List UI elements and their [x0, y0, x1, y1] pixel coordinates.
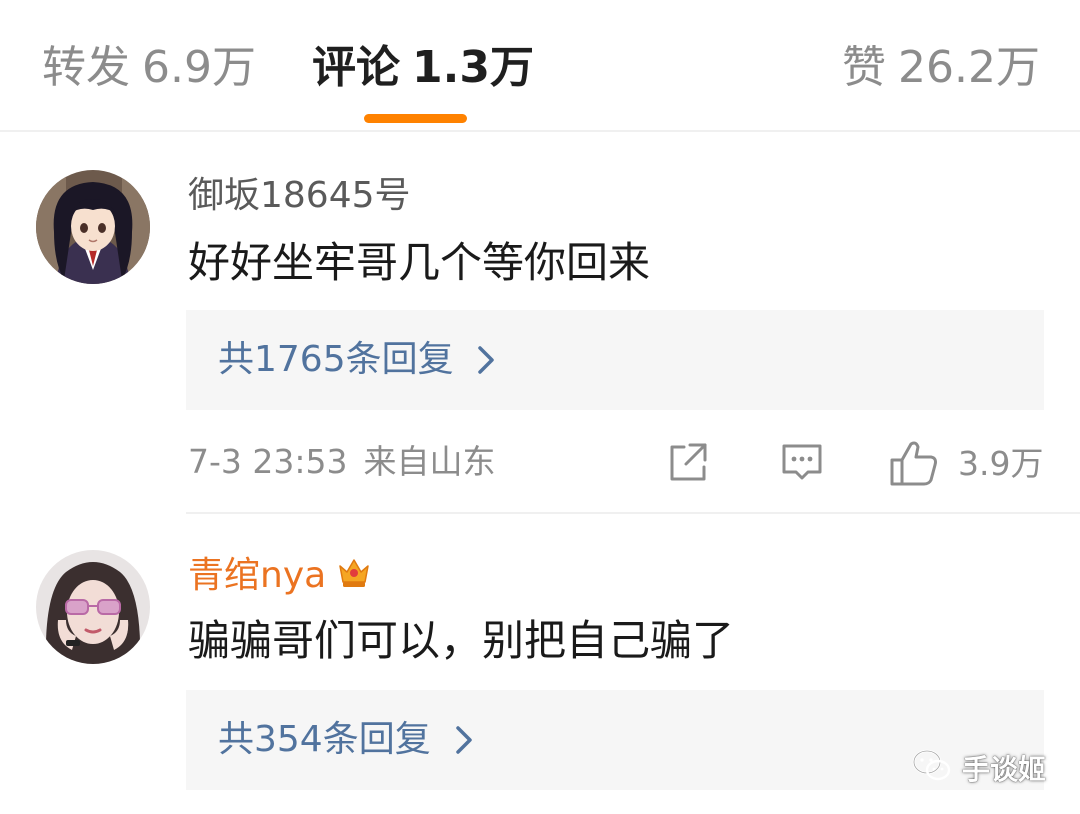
avatar[interactable] [36, 550, 150, 664]
comment-meta: 7-3 23:53 来自山东 [188, 440, 496, 484]
comment-text: 好好坐牢哥几个等你回来 [188, 238, 651, 287]
tab-bar: 转发 6.9万 评论 1.3万 赞 26.2万 [0, 0, 1080, 132]
replies-link[interactable]: 共1765条回复 [186, 310, 1044, 410]
comment-location: 来自山东 [363, 442, 496, 481]
share-icon [664, 438, 712, 486]
comment-text: 骗骗哥们可以，别把自己骗了 [188, 616, 735, 665]
comment-item: 御坂18645号 好好坐牢哥几个等你回来 共1765条回复 7-3 23:53 来… [0, 132, 1080, 512]
replies-count-label: 共354条回复 [218, 719, 431, 760]
tab-likes-label: 赞 [842, 42, 887, 93]
like-count: 3.9万 [958, 444, 1044, 483]
watermark-text: 手谈姬 [961, 753, 1046, 786]
chevron-right-icon [444, 720, 484, 760]
tab-comments-count: 1.3万 [412, 42, 534, 93]
like-button[interactable]: 3.9万 [888, 438, 1048, 488]
tab-comments-label: 评论 [312, 42, 400, 93]
comment-button[interactable] [778, 438, 826, 488]
comment-time: 7-3 23:53 [188, 442, 348, 481]
tab-likes[interactable]: 赞 26.2万 [842, 38, 1040, 98]
vip-crown-icon [336, 554, 372, 590]
active-tab-indicator [364, 114, 467, 123]
replies-count-label: 共1765条回复 [218, 339, 454, 380]
tab-repost-label: 转发 [42, 42, 130, 93]
tab-repost-count: 6.9万 [142, 42, 256, 93]
share-button[interactable] [664, 438, 712, 488]
chevron-right-icon [466, 340, 506, 380]
tab-likes-count: 26.2万 [898, 42, 1040, 93]
tab-comments[interactable]: 评论 1.3万 [312, 38, 534, 98]
watermark: 手谈姬 [912, 746, 1046, 790]
comment-icon [778, 438, 826, 486]
avatar[interactable] [36, 170, 150, 284]
wechat-icon [912, 749, 962, 787]
comment-username[interactable]: 青绾nya [188, 552, 326, 600]
comment-username[interactable]: 御坂18645号 [188, 172, 411, 220]
tab-repost[interactable]: 转发 6.9万 [42, 38, 256, 98]
